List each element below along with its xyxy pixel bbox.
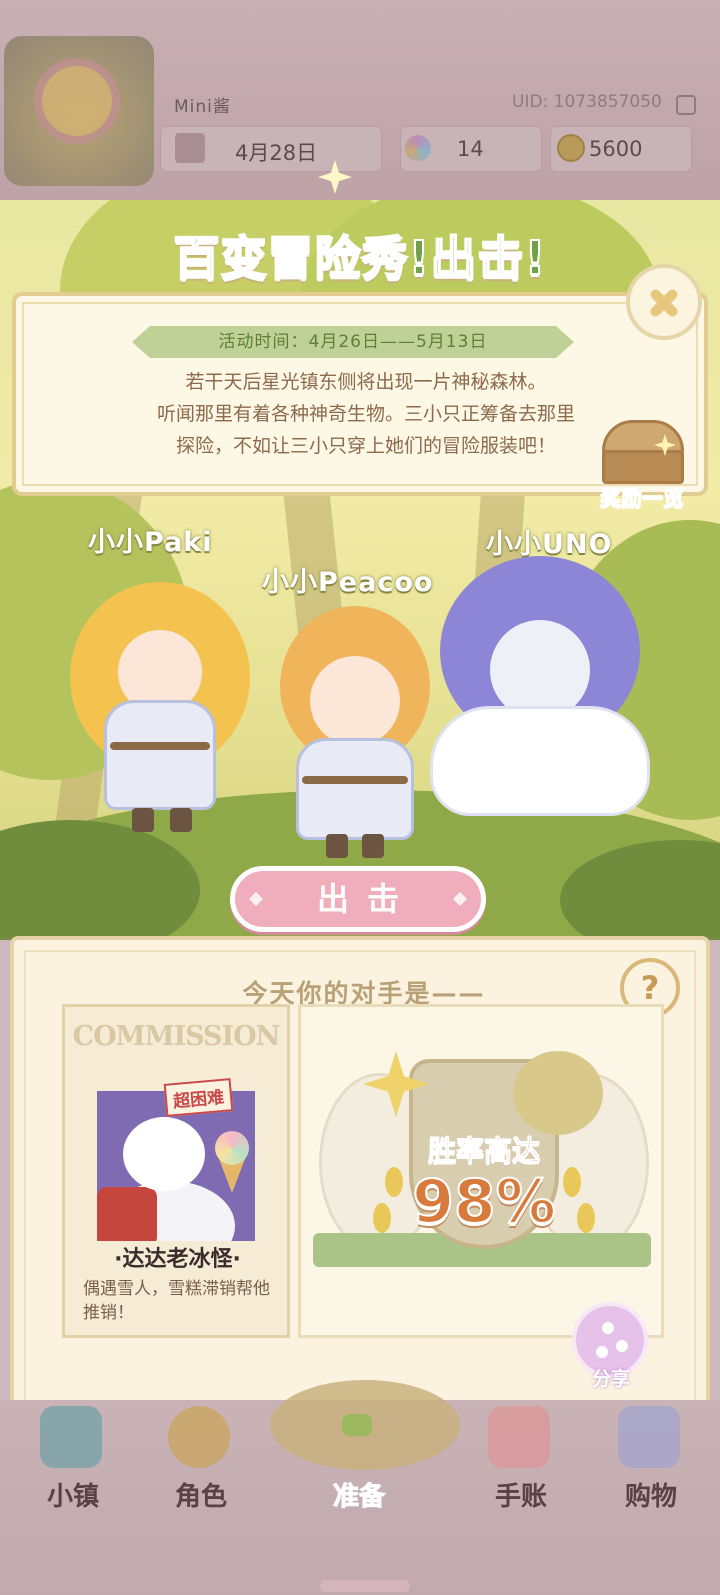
nav-item-shop[interactable]: 购物 — [586, 1400, 706, 1550]
flower-emblem — [513, 1051, 603, 1135]
snowman-cape — [97, 1187, 157, 1241]
event-period: 活动时间：4月26日——5月13日 — [132, 326, 574, 358]
win-rate-card: 胜率高达 98% — [298, 1004, 664, 1338]
description-line: 听闻那里有着各种神奇生物。三小只正筹备去那里 — [156, 403, 575, 425]
character-name-peacoo: 小小Peacoo — [262, 567, 434, 598]
bottom-nav: 小镇 角色 准备 手账 购物 — [0, 1380, 720, 1595]
event-description: 若干天后星光镇东侧将出现一片神秘森林。 听闻那里有着各种神奇生物。三小只正筹备去… — [76, 366, 656, 462]
gem-icon — [405, 135, 431, 161]
share-icon-node — [596, 1346, 608, 1358]
description-line: 若干天后星光镇东侧将出现一片神秘森林。 — [185, 371, 547, 393]
nav-label: 小镇 — [46, 1482, 99, 1512]
nav-item-journal[interactable]: 手账 — [456, 1400, 576, 1550]
nav-item-town[interactable]: 小镇 — [8, 1400, 128, 1550]
opponent-name: ·达达老冰怪· — [114, 1247, 241, 1272]
opponent-card[interactable]: COMMISSION 超困难 ·达达老冰怪· 偶遇雪人，雪糕滞销帮他推销！ — [62, 1004, 290, 1338]
character-uno[interactable] — [430, 556, 660, 816]
reward-list-label[interactable]: 奖励一览 — [584, 482, 700, 512]
diamond-deco — [452, 891, 468, 907]
share-icon-node — [616, 1340, 628, 1352]
character-face — [310, 656, 400, 746]
win-rate-label: 胜率高达 — [427, 1134, 540, 1168]
coin-icon — [557, 134, 585, 162]
date-stat[interactable]: 4月28日 — [160, 126, 382, 172]
treasure-chest-icon[interactable] — [596, 420, 690, 486]
character-name-paki: 小小Paki — [88, 527, 213, 558]
opponent-description: 偶遇雪人，雪糕滞销帮他推销！ — [83, 1279, 270, 1323]
nav-label: 角色 — [174, 1482, 227, 1512]
coin-stat[interactable]: 5600 — [550, 126, 692, 172]
chest-box — [602, 450, 684, 484]
character-icon — [168, 1406, 230, 1468]
character-leg — [326, 834, 348, 858]
character-outfit — [104, 700, 216, 810]
nav-item-prepare[interactable]: 准备 — [294, 1400, 414, 1550]
nav-label: 手账 — [494, 1482, 547, 1512]
nav-label: 购物 — [624, 1482, 677, 1512]
close-button[interactable] — [626, 264, 702, 340]
share-label[interactable]: 分享 — [578, 1364, 644, 1391]
character-belt — [302, 776, 408, 784]
character-peacoo[interactable] — [270, 606, 440, 858]
gem-count: 14 — [457, 137, 484, 161]
journal-icon — [488, 1406, 550, 1468]
event-period-text: 活动时间：4月26日——5月13日 — [218, 332, 488, 352]
chest-lid — [602, 420, 684, 454]
go-button-label: 出击 — [316, 880, 417, 918]
event-title: 百变冒险秀!出击! — [173, 230, 547, 286]
username: Mini酱 — [174, 97, 231, 117]
difficulty-stamp: 超困难 — [163, 1078, 234, 1117]
character-outfit — [430, 706, 650, 816]
snowman-head — [123, 1117, 205, 1191]
shopping-bag-icon — [618, 1406, 680, 1468]
home-indicator — [320, 1580, 410, 1592]
copy-icon[interactable] — [676, 95, 696, 115]
character-leg — [132, 808, 154, 832]
gem-stat[interactable]: 14 — [400, 126, 542, 172]
description-line: 探险，不如让三小只穿上她们的冒险服装吧！ — [175, 435, 556, 457]
character-face — [490, 620, 590, 720]
ice-cream-icon — [215, 1131, 249, 1165]
date-text: 4月28日 — [235, 141, 318, 165]
character-outfit — [296, 738, 414, 840]
character-paki[interactable] — [70, 582, 250, 832]
nav-label: 准备 — [332, 1482, 385, 1513]
player-avatar[interactable] — [4, 36, 154, 186]
win-rate-value: 98% — [411, 1166, 557, 1238]
diamond-deco — [248, 891, 264, 907]
map-icon — [40, 1406, 102, 1468]
commission-header: COMMISSION — [72, 1021, 281, 1052]
character-leg — [170, 808, 192, 832]
share-icon — [602, 1322, 614, 1334]
character-leg — [362, 834, 384, 858]
go-button[interactable]: 出击 — [230, 866, 486, 932]
character-belt — [110, 742, 210, 750]
nav-item-character[interactable]: 角色 — [136, 1400, 256, 1550]
calendar-icon — [175, 133, 205, 163]
uid-text: UID: 1073857050 — [512, 92, 662, 112]
coin-count: 5600 — [589, 137, 643, 161]
top-header: Mini酱 UID: 1073857050 4月28日 14 5600 — [0, 0, 720, 230]
